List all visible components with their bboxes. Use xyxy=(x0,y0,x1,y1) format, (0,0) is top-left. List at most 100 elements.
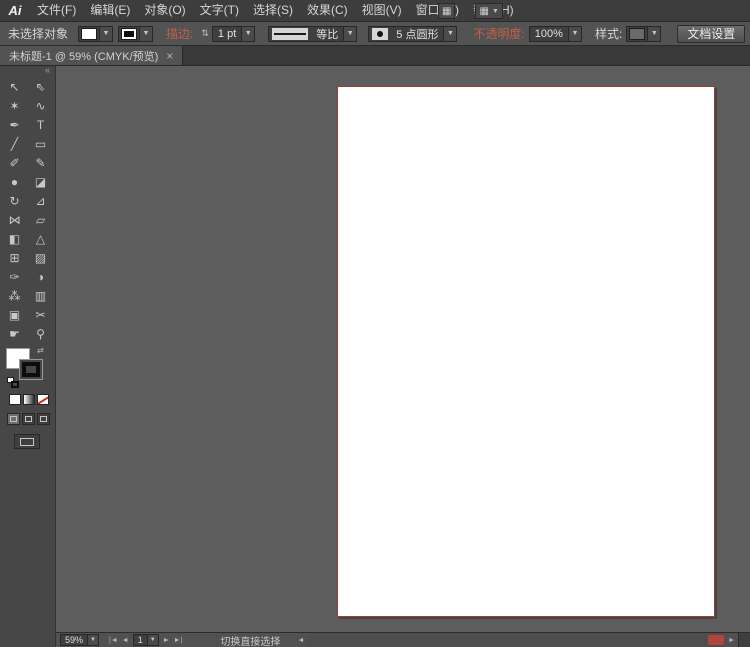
last-artboard-icon[interactable]: ►| xyxy=(174,637,183,644)
draw-normal-icon xyxy=(10,416,17,422)
chevron-down-icon[interactable]: ▼ xyxy=(241,27,254,41)
blob-brush-tool[interactable]: ● xyxy=(3,172,27,191)
rotate-tool[interactable]: ↻ xyxy=(3,191,27,210)
perspective-grid-tool[interactable]: △ xyxy=(29,229,53,248)
draw-normal-button[interactable] xyxy=(7,413,20,425)
line-segment-tool[interactable]: ╱ xyxy=(3,134,27,153)
workspace-switcher[interactable]: ▦ ▼ xyxy=(475,3,502,19)
menu-item[interactable]: 编辑(E) xyxy=(83,0,137,21)
chevron-down-icon[interactable]: ▼ xyxy=(99,27,112,41)
previous-artboard-icon[interactable]: ◄ xyxy=(122,637,129,644)
screen-mode-icon xyxy=(20,438,34,446)
tool-glyph: ▱ xyxy=(36,213,45,227)
column-graph-tool[interactable]: ▥ xyxy=(29,286,53,305)
menu-item[interactable]: 文字(T) xyxy=(193,0,246,21)
status-text: 切换直接选择 xyxy=(220,633,280,647)
draw-inside-icon xyxy=(40,416,47,422)
first-artboard-icon[interactable]: |◄ xyxy=(109,637,118,644)
direct-selection-tool[interactable]: ⇖ xyxy=(29,77,53,96)
chevron-down-icon[interactable]: ▼ xyxy=(568,27,581,41)
fill-color-combo[interactable]: ▼ xyxy=(78,26,113,42)
none-button[interactable] xyxy=(37,394,49,405)
opacity-combo[interactable]: 100% ▼ xyxy=(529,26,582,42)
selection-tool[interactable]: ↖ xyxy=(3,77,27,96)
menu-item[interactable]: 视图(V) xyxy=(355,0,409,21)
stroke-color-combo[interactable]: ▼ xyxy=(118,26,153,42)
draw-inside-button[interactable] xyxy=(37,413,50,425)
pencil-tool[interactable]: ✎ xyxy=(29,153,53,172)
stroke-panel-link[interactable]: 描边: xyxy=(166,25,193,42)
artboard-number-combo[interactable]: 1 ▼ xyxy=(133,634,159,646)
arrange-documents-icon[interactable]: ▦ xyxy=(438,3,455,19)
graphic-style-combo[interactable]: ▼ xyxy=(626,26,661,42)
chevron-down-icon[interactable]: ▼ xyxy=(87,635,98,645)
width-profile-combo[interactable]: 等比 ▼ xyxy=(268,26,357,42)
menubar-icons: ▦ ▦ ▼ xyxy=(438,3,503,19)
paintbrush-tool[interactable]: ✐ xyxy=(3,153,27,172)
document-setup-button[interactable]: 文档设置 xyxy=(677,25,745,43)
artboard-number-value: 1 xyxy=(134,635,147,645)
chevron-down-icon[interactable]: ▼ xyxy=(647,27,660,41)
scrollbar-thumb[interactable] xyxy=(708,635,724,645)
width-tool[interactable]: ⋈ xyxy=(3,210,27,229)
magic-wand-tool[interactable]: ✶ xyxy=(3,96,27,115)
lasso-tool[interactable]: ∿ xyxy=(29,96,53,115)
menu-item[interactable]: 效果(C) xyxy=(300,0,355,21)
opacity-panel-link[interactable]: 不透明度: xyxy=(473,25,524,42)
tool-glyph: ◧ xyxy=(9,232,20,246)
shape-builder-tool[interactable]: ◧ xyxy=(3,229,27,248)
artboard[interactable] xyxy=(337,86,715,617)
swap-fill-stroke-icon[interactable]: ⇄ xyxy=(37,346,44,355)
gradient-button[interactable] xyxy=(23,394,35,405)
hand-tool[interactable]: ☛ xyxy=(3,324,27,343)
stroke-swatch[interactable] xyxy=(19,359,43,380)
screen-mode-button[interactable] xyxy=(14,434,40,449)
chevron-down-icon[interactable]: ▼ xyxy=(147,635,158,645)
next-artboard-icon[interactable]: ► xyxy=(163,637,170,644)
stroke-weight-stepper-icon[interactable]: ⇅ xyxy=(201,28,209,39)
artboard-tool[interactable]: ▣ xyxy=(3,305,27,324)
menu-item[interactable]: 文件(F) xyxy=(30,0,83,21)
pen-tool[interactable]: ✒ xyxy=(3,115,27,134)
mesh-tool[interactable]: ⊞ xyxy=(3,248,27,267)
scrollbar-track[interactable] xyxy=(307,633,725,647)
menu-item[interactable]: 对象(O) xyxy=(137,0,192,21)
scroll-right-icon[interactable]: ► xyxy=(725,637,738,644)
chevron-down-icon[interactable]: ▼ xyxy=(443,27,456,41)
rectangle-tool[interactable]: ▭ xyxy=(29,134,53,153)
tool-glyph: ⊞ xyxy=(9,251,19,265)
scale-tool[interactable]: ⊿ xyxy=(29,191,53,210)
stroke-weight-value: 1 pt xyxy=(213,28,241,40)
symbol-sprayer-tool[interactable]: ⁂ xyxy=(3,286,27,305)
zoom-tool[interactable]: ⚲ xyxy=(29,324,53,343)
close-tab-icon[interactable]: × xyxy=(166,50,173,62)
document-tab-strip: 未标题-1 @ 59% (CMYK/预览) × xyxy=(0,46,750,66)
collapse-panel-icon[interactable]: « xyxy=(0,66,55,76)
brush-definition-combo[interactable]: 5 点圆形 ▼ xyxy=(368,26,457,42)
blend-tool[interactable]: ◑ xyxy=(29,267,53,286)
tool-glyph: △ xyxy=(36,232,45,246)
tool-glyph: ✒ xyxy=(9,118,19,132)
zoom-combo[interactable]: 59% ▼ xyxy=(60,634,99,646)
free-transform-tool[interactable]: ▱ xyxy=(29,210,53,229)
chevron-down-icon[interactable]: ▼ xyxy=(343,27,356,41)
document-tab[interactable]: 未标题-1 @ 59% (CMYK/预览) × xyxy=(0,46,183,65)
tool-glyph: ▥ xyxy=(35,289,46,303)
color-button[interactable] xyxy=(9,394,21,405)
width-profile-name: 等比 xyxy=(311,26,343,42)
stroke-weight-combo[interactable]: 1 pt ▼ xyxy=(212,26,255,42)
menu-item[interactable]: 选择(S) xyxy=(246,0,300,21)
scroll-left-icon[interactable]: ◄ xyxy=(294,637,307,644)
horizontal-scrollbar[interactable]: ◄ ► xyxy=(294,633,750,647)
default-fill-stroke-icon[interactable] xyxy=(7,377,20,388)
statusbar-corner xyxy=(738,633,750,647)
canvas-area[interactable] xyxy=(56,66,750,632)
chevron-down-icon[interactable]: ▼ xyxy=(139,27,152,41)
eyedropper-tool[interactable]: ✑ xyxy=(3,267,27,286)
eraser-tool[interactable]: ◪ xyxy=(29,172,53,191)
graphic-style-swatch xyxy=(629,28,645,40)
type-tool[interactable]: T xyxy=(29,115,53,134)
gradient-tool[interactable]: ▨ xyxy=(29,248,53,267)
draw-behind-button[interactable] xyxy=(22,413,35,425)
slice-tool[interactable]: ✂ xyxy=(29,305,53,324)
